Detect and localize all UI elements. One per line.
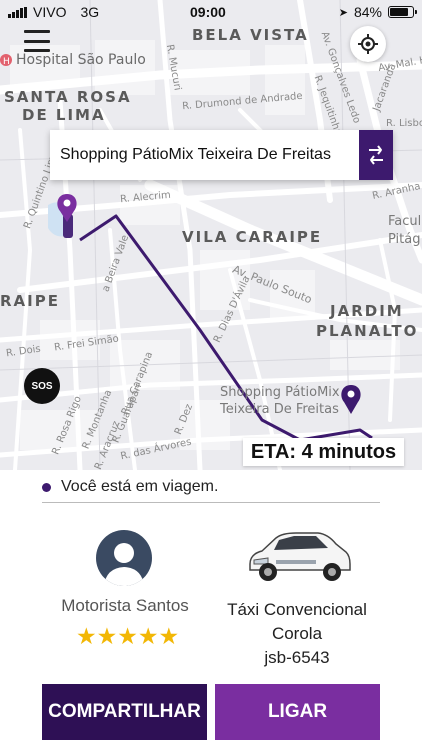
trip-status: Você está em viagem.: [42, 478, 218, 496]
area-label: RAIPE: [0, 292, 60, 310]
eta-badge: ETA: 4 minutos: [243, 438, 404, 466]
destination-poi-label: Teixeira De Freitas: [220, 402, 339, 417]
network-label: 3G: [80, 4, 100, 20]
status-bar: VIVO 3G 09:00 ➤ 84%: [0, 0, 422, 24]
signal-icon: [8, 6, 27, 18]
trip-status-text: Você está em viagem.: [61, 478, 219, 495]
car-icon: [249, 532, 351, 581]
swap-route-button[interactable]: [359, 130, 393, 180]
vehicle-plate: jsb-6543: [264, 648, 330, 667]
star-icon: ★: [158, 623, 180, 649]
destination-text: Shopping PátioMix Teixeira De Freitas: [60, 146, 331, 163]
area-label: JARDIM: [330, 302, 404, 320]
area-label: SANTA ROSA: [4, 88, 132, 106]
poi-label: Pitág: [388, 232, 421, 247]
status-dot-icon: [42, 482, 51, 492]
star-icon: ★: [96, 623, 118, 649]
trip-panel: Você está em viagem. Motorista Santos ★ ★…: [0, 470, 422, 750]
battery-icon: [388, 6, 417, 18]
hamburger-icon: [24, 30, 50, 33]
area-label: DE LIMA: [22, 106, 106, 124]
driver-rating: ★ ★ ★ ★ ★: [76, 624, 179, 648]
user-icon: [104, 543, 144, 586]
sos-button[interactable]: SOS: [24, 368, 60, 404]
clock: 09:00: [190, 4, 226, 20]
hospital-label: Hospital São Paulo: [16, 52, 146, 68]
vehicle-type: Táxi Convencional: [227, 600, 367, 619]
share-button[interactable]: COMPARTILHAR: [42, 684, 207, 740]
menu-button[interactable]: [24, 30, 50, 52]
destination-field[interactable]: Shopping PátioMix Teixeira De Freitas: [50, 130, 393, 180]
destination-poi-label: Shopping PátioMix: [220, 385, 340, 400]
star-icon: ★: [117, 623, 138, 649]
star-icon: ★: [137, 623, 159, 649]
map-view[interactable]: H BELA VISTA SANTA ROSA DE LIMA VILA CAR…: [0, 0, 422, 470]
star-icon: ★: [76, 623, 97, 649]
street-label: R. Lisboa: [386, 118, 422, 129]
carrier-label: VIVO: [33, 4, 67, 20]
call-button[interactable]: LIGAR: [215, 684, 380, 740]
battery-percent: 84%: [353, 4, 382, 20]
crosshair-icon: [358, 34, 378, 54]
driver-name: Motorista Santos: [61, 596, 189, 615]
location-arrow-icon: ➤: [338, 6, 348, 19]
area-label: PLANALTO: [316, 322, 419, 340]
area-label: VILA CARAIPE: [182, 228, 323, 246]
divider: [42, 502, 380, 503]
swap-arrows-icon: [369, 145, 383, 165]
driver-avatar: [96, 530, 152, 586]
locate-me-button[interactable]: [350, 26, 386, 62]
area-label: BELA VISTA: [192, 26, 309, 44]
vehicle-model: Corola: [271, 624, 323, 643]
svg-text:H: H: [3, 57, 10, 67]
poi-label: Facul: [388, 214, 422, 229]
